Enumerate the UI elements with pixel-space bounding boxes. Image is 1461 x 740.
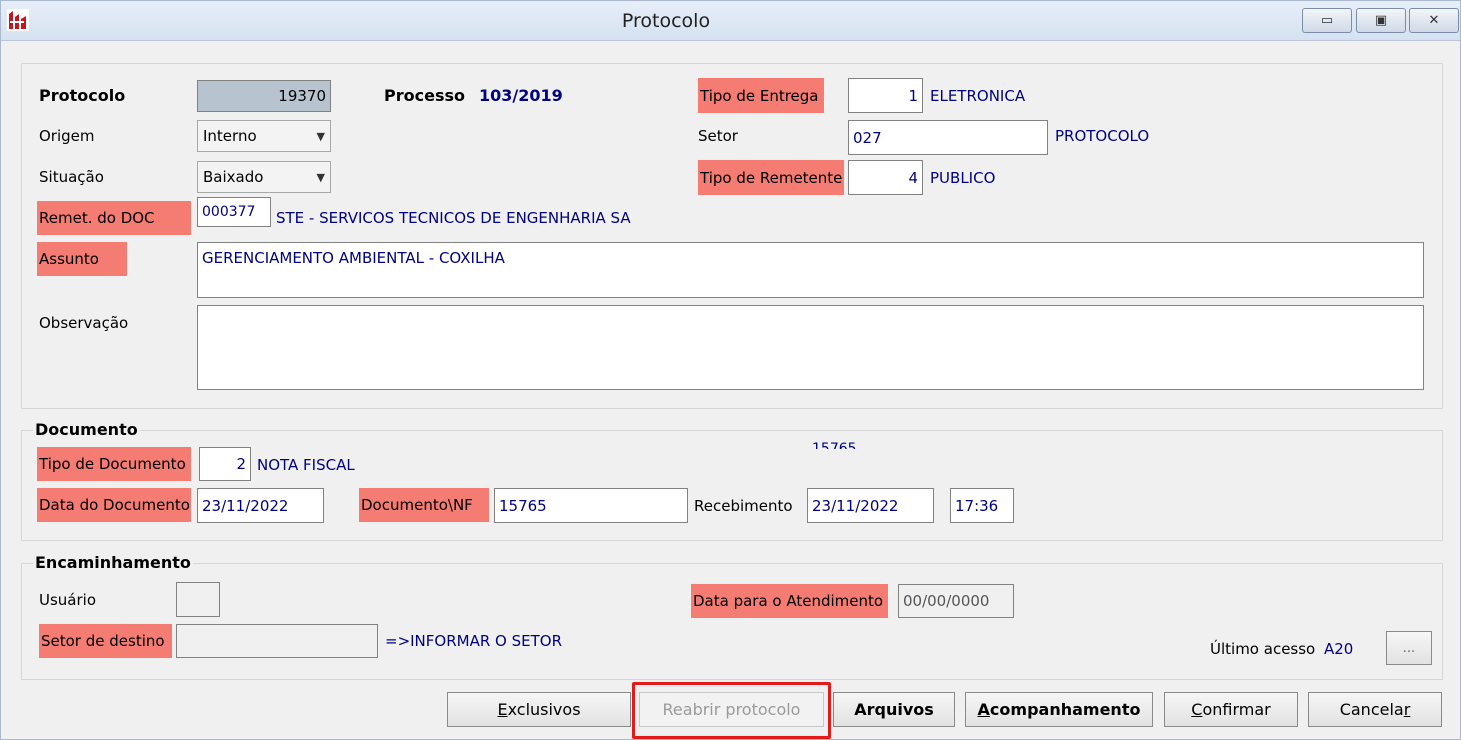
highlight-box	[632, 682, 831, 739]
exclusivos-button[interactable]: Exclusivos	[447, 692, 631, 727]
recebimento-date-field[interactable]: 23/11/2022	[807, 488, 934, 523]
setor-destino-label: Setor de destino	[39, 624, 172, 658]
ultimo-acesso-label: Último acesso	[1210, 640, 1316, 658]
data-atendimento-field[interactable]: 00/00/0000	[898, 584, 1014, 618]
data-documento-field[interactable]: 23/11/2022	[197, 488, 324, 523]
title-bar[interactable]: Protocolo ▭ ▣ ✕	[1, 1, 1460, 41]
situacao-select[interactable]: Baixado ▼	[197, 161, 331, 193]
observacao-field[interactable]	[197, 305, 1424, 390]
tipo-entrega-code-field[interactable]: 1	[848, 78, 923, 113]
data-atendimento-label: Data para o Atendimento	[691, 584, 888, 618]
documento-nf-label: Documento\NF	[359, 488, 489, 522]
origem-select[interactable]: Interno ▼	[197, 120, 331, 152]
origem-label: Origem	[39, 127, 95, 145]
acompanhamento-label: companhamento	[989, 700, 1141, 719]
acompanhamento-mnemonic: A	[977, 700, 990, 719]
window-title: Protocolo	[621, 10, 711, 32]
remetente-code-field[interactable]: 000377	[197, 197, 271, 227]
usuario-label: Usuário	[39, 591, 97, 609]
ellipsis-button[interactable]: ...	[1386, 631, 1432, 665]
processo-value: 103/2019	[479, 86, 563, 105]
confirmar-button[interactable]: Confirmar	[1164, 692, 1298, 727]
exclusivos-label: xclusivos	[507, 700, 581, 719]
cancelar-label: Cancela	[1339, 700, 1404, 719]
tipo-documento-desc: NOTA FISCAL	[257, 456, 355, 474]
restore-button[interactable]: ▣	[1356, 8, 1406, 33]
protocolo-window: Protocolo ▭ ▣ ✕ Protocolo 19370 Processo…	[0, 0, 1461, 740]
data-documento-label: Data do Documento	[37, 488, 191, 522]
observacao-label: Observação	[39, 314, 129, 332]
situacao-label: Situação	[39, 168, 104, 186]
processo-label: Processo	[384, 86, 465, 105]
exclusivos-mnemonic: E	[497, 700, 508, 719]
tipo-entrega-desc: ELETRONICA	[930, 87, 1026, 105]
setor-code-field[interactable]: 027	[848, 120, 1048, 155]
documento-group-title: Documento	[33, 420, 140, 439]
setor-desc: PROTOCOLO	[1055, 127, 1150, 145]
encaminhamento-group	[21, 563, 1443, 680]
acompanhamento-button[interactable]: Acompanhamento	[965, 692, 1153, 727]
chevron-down-icon: ▼	[316, 170, 325, 184]
cancelar-button[interactable]: Cancela r	[1308, 692, 1442, 727]
setor-hint: =>INFORMAR O SETOR	[385, 632, 562, 650]
protocolo-label: Protocolo	[39, 86, 126, 105]
origem-value: Interno	[203, 127, 257, 145]
confirmar-label: onfirmar	[1202, 700, 1271, 719]
chevron-down-icon: ▼	[316, 129, 325, 143]
situacao-value: Baixado	[203, 168, 264, 186]
documento-partial-text: 15765	[812, 441, 857, 449]
documento-nf-field[interactable]: 15765	[494, 488, 688, 523]
encaminhamento-group-title: Encaminhamento	[33, 553, 193, 572]
remetente-label: Remet. do DOC	[37, 201, 191, 235]
tipo-remetente-desc: PUBLICO	[930, 169, 996, 187]
setor-label: Setor	[698, 127, 738, 145]
close-button[interactable]: ✕	[1409, 8, 1459, 33]
assunto-label: Assunto	[37, 242, 127, 276]
assunto-field[interactable]: GERENCIAMENTO AMBIENTAL - COXILHA	[197, 242, 1424, 298]
ultimo-acesso-value: A20	[1324, 640, 1354, 658]
minimize-button[interactable]: ▭	[1302, 8, 1352, 33]
arquivos-button[interactable]: Arquivos	[833, 692, 955, 727]
confirmar-mnemonic: C	[1191, 700, 1203, 719]
recebimento-label: Recebimento	[694, 497, 793, 515]
remetente-desc: STE - SERVICOS TECNICOS DE ENGENHARIA SA	[276, 209, 631, 227]
cancelar-mnemonic: r	[1403, 700, 1411, 719]
usuario-field[interactable]	[176, 582, 220, 617]
tipo-documento-code-field[interactable]: 2	[199, 447, 251, 481]
tipo-documento-label: Tipo de Documento	[37, 447, 191, 481]
tipo-remetente-label: Tipo de Remetente	[698, 160, 844, 195]
protocolo-field[interactable]: 19370	[197, 80, 331, 112]
recebimento-time-field[interactable]: 17:36	[950, 488, 1014, 523]
setor-destino-field[interactable]	[176, 624, 378, 658]
tipo-entrega-label: Tipo de Entrega	[698, 78, 824, 113]
tipo-remetente-code-field[interactable]: 4	[848, 160, 923, 195]
